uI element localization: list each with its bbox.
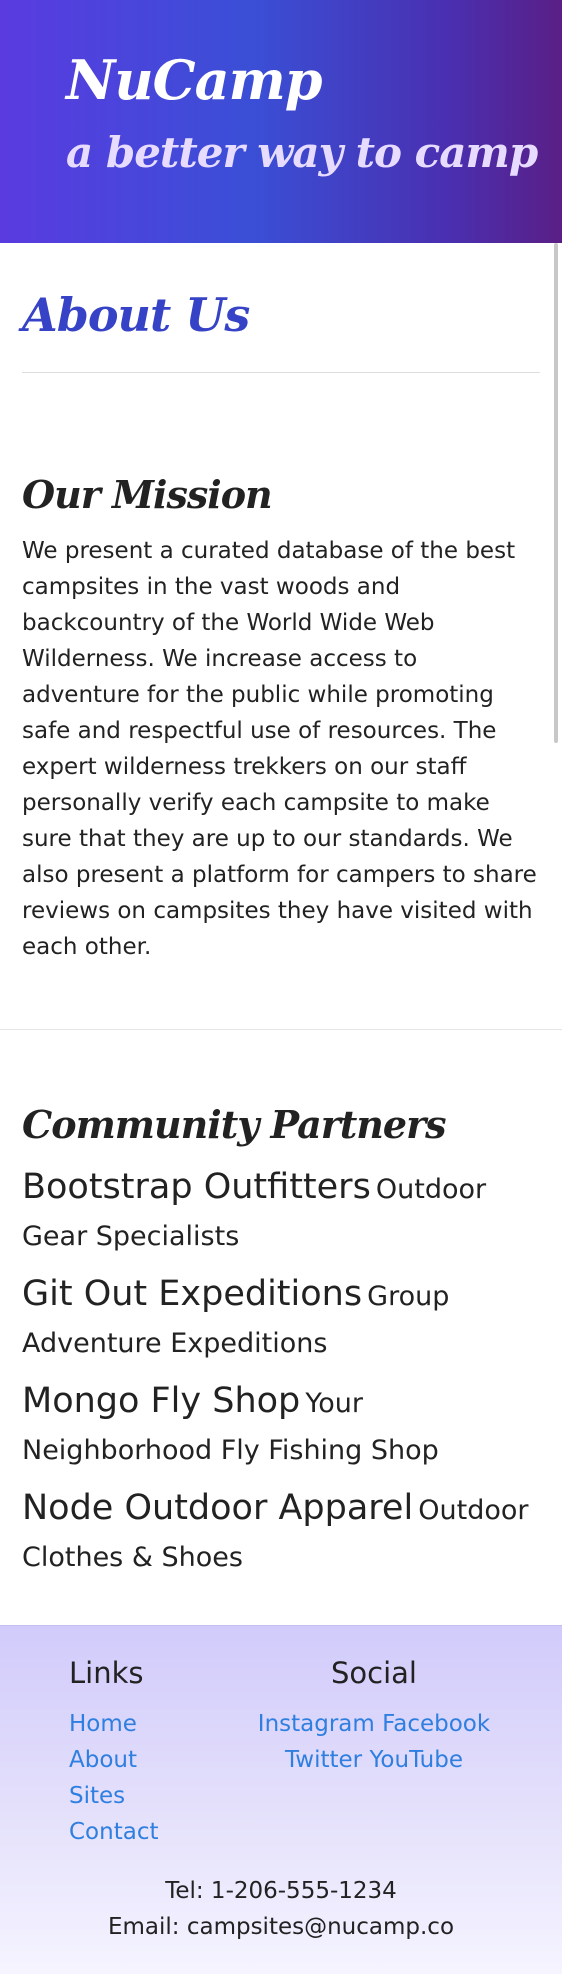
partner-item: Mongo Fly Shop Your Neighborhood Fly Fis… [22, 1379, 540, 1476]
footer-link-contact[interactable]: Contact [69, 1819, 158, 1845]
social-heading: Social [331, 1656, 417, 1690]
youtube-link[interactable]: YouTube [369, 1747, 463, 1773]
site-footer: Links Home About Sites Contact Social In… [0, 1625, 562, 1974]
section-divider [0, 1029, 562, 1030]
partner-item: Node Outdoor Apparel Outdoor Clothes & S… [22, 1486, 540, 1583]
title-divider [22, 372, 540, 373]
brand-title: NuCamp [66, 48, 322, 112]
footer-link-home[interactable]: Home [69, 1711, 137, 1737]
footer-link-item: About [69, 1742, 158, 1778]
scrollbar[interactable] [554, 243, 558, 743]
footer-links: Home About Sites Contact [69, 1706, 158, 1850]
contact-info: Tel: 1-206-555-1234 Email: campsites@nuc… [0, 1873, 562, 1945]
contact-tel: Tel: 1-206-555-1234 [165, 1878, 397, 1904]
footer-link-about[interactable]: About [69, 1747, 137, 1773]
partner-item: Bootstrap Outfitters Outdoor Gear Specia… [22, 1165, 540, 1262]
partner-name: Node Outdoor Apparel [22, 1488, 414, 1528]
social-links: Instagram Facebook Twitter YouTube [244, 1706, 504, 1778]
facebook-link[interactable]: Facebook [382, 1711, 490, 1737]
links-heading: Links [69, 1656, 144, 1690]
contact-email: Email: campsites@nucamp.co [107, 1914, 455, 1940]
site-header: NuCamp a better way to camp [0, 0, 562, 243]
footer-link-sites[interactable]: Sites [69, 1783, 125, 1809]
page-title: About Us [22, 288, 250, 342]
mission-heading: Our Mission [22, 472, 273, 517]
partner-item: Git Out Expeditions Group Adventure Expe… [22, 1272, 540, 1369]
partners-heading: Community Partners [22, 1102, 447, 1147]
footer-link-item: Home [69, 1706, 158, 1742]
footer-link-item: Sites [69, 1778, 158, 1814]
footer-link-item: Contact [69, 1814, 158, 1850]
brand-tagline: a better way to camp [66, 128, 538, 177]
twitter-link[interactable]: Twitter [285, 1747, 362, 1773]
instagram-link[interactable]: Instagram [258, 1711, 375, 1737]
mission-text: We present a curated database of the bes… [22, 538, 537, 960]
partners-list: Bootstrap Outfitters Outdoor Gear Specia… [22, 1165, 540, 1593]
partner-name: Mongo Fly Shop [22, 1381, 301, 1421]
partner-name: Git Out Expeditions [22, 1274, 363, 1314]
partner-name: Bootstrap Outfitters [22, 1167, 371, 1207]
